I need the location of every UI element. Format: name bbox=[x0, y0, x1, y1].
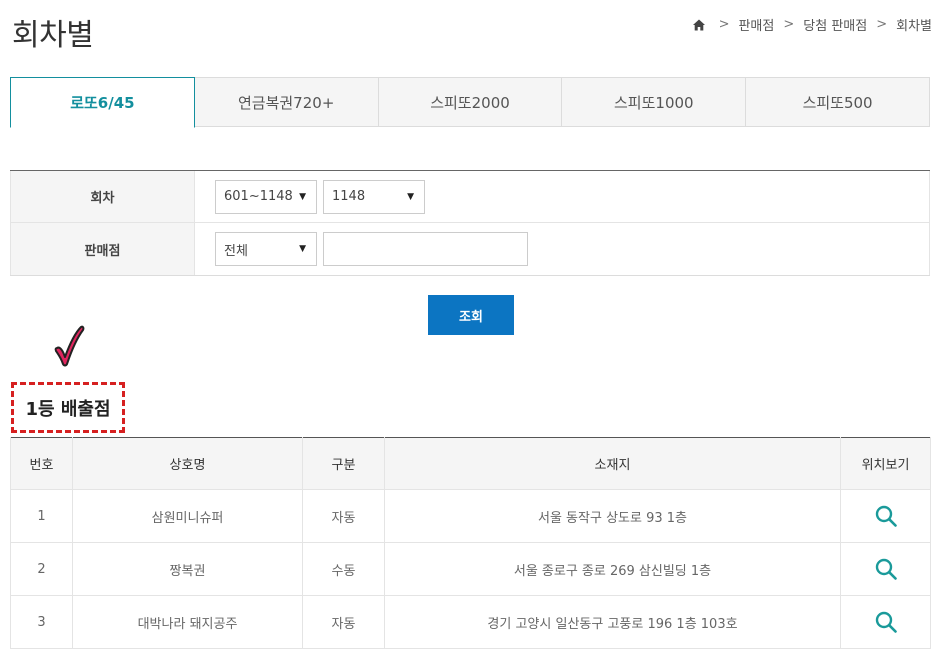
magnifier-icon[interactable] bbox=[874, 504, 898, 528]
column-header-type: 구분 bbox=[302, 437, 385, 490]
row-location bbox=[840, 489, 931, 543]
page-title: 회차별 bbox=[12, 18, 94, 53]
row-address: 서울 동작구 상도로 93 1층 bbox=[384, 489, 841, 543]
tab-lotto645[interactable]: 로또6/45 bbox=[10, 77, 195, 128]
round-label: 회차 bbox=[10, 171, 195, 222]
tab-speetto500[interactable]: 스피또500 bbox=[746, 77, 930, 127]
region-select[interactable]: 전체 ▼ bbox=[215, 232, 317, 266]
row-address: 경기 고양시 일산동구 고풍로 196 1층 103호 bbox=[384, 595, 841, 649]
tab-speetto2000[interactable]: 스피또2000 bbox=[378, 77, 563, 127]
round-range-select[interactable]: 601~1148 ▼ bbox=[215, 179, 317, 214]
breadcrumb-item-current: 회차별 bbox=[896, 19, 932, 34]
chevron-right-icon: > bbox=[718, 17, 730, 32]
check-mark-icon bbox=[54, 325, 85, 367]
section-heading: 1등 배출점 bbox=[11, 382, 125, 433]
store-field: 전체 ▼ bbox=[195, 223, 930, 275]
row-location bbox=[840, 542, 931, 596]
game-tabs: 로또6/45 연금복권720+ 스피또2000 스피또1000 스피또500 bbox=[10, 77, 930, 128]
breadcrumb-item-store[interactable]: 판매점 bbox=[738, 15, 774, 34]
row-no: 2 bbox=[10, 542, 73, 596]
column-header-no: 번호 bbox=[10, 437, 73, 490]
row-store-name: 대박나라 돼지공주 bbox=[72, 595, 303, 649]
tab-speetto1000[interactable]: 스피또1000 bbox=[562, 77, 747, 127]
round-range-value: 601~1148 bbox=[224, 189, 293, 204]
chevron-right-icon: > bbox=[783, 17, 795, 32]
column-header-address: 소재지 bbox=[384, 437, 841, 490]
search-button[interactable]: 조회 bbox=[428, 295, 514, 335]
breadcrumb: > 판매점 > 당첨 판매점 > 회차별 bbox=[692, 15, 932, 34]
table-header-row: 번호 상호명 구분 소재지 위치보기 bbox=[10, 437, 931, 490]
table-row: 2 짱복권 수동 서울 종로구 종로 269 삼신빌딩 1층 bbox=[10, 542, 931, 596]
row-address: 서울 종로구 종로 269 삼신빌딩 1층 bbox=[384, 542, 841, 596]
column-header-location: 위치보기 bbox=[840, 437, 931, 490]
round-field: 601~1148 ▼ 1148 ▼ bbox=[195, 171, 930, 222]
breadcrumb-item-winning-store[interactable]: 당첨 판매점 bbox=[803, 15, 867, 34]
store-label: 판매점 bbox=[10, 223, 195, 275]
winning-store-table: 번호 상호명 구분 소재지 위치보기 1 삼원미니슈퍼 자동 서울 동작구 상도… bbox=[10, 437, 931, 649]
store-row: 판매점 전체 ▼ bbox=[10, 223, 930, 275]
row-type: 자동 bbox=[302, 595, 385, 649]
dropdown-arrow-icon: ▼ bbox=[407, 191, 414, 202]
row-no: 1 bbox=[10, 489, 73, 543]
column-header-name: 상호명 bbox=[72, 437, 303, 490]
row-store-name: 삼원미니슈퍼 bbox=[72, 489, 303, 543]
row-type: 자동 bbox=[302, 489, 385, 543]
chevron-right-icon: > bbox=[876, 17, 888, 32]
row-store-name: 짱복권 bbox=[72, 542, 303, 596]
search-form: 회차 601~1148 ▼ 1148 ▼ 판매점 전체 ▼ bbox=[10, 170, 930, 276]
round-row: 회차 601~1148 ▼ 1148 ▼ bbox=[10, 171, 930, 223]
magnifier-icon[interactable] bbox=[874, 610, 898, 634]
dropdown-arrow-icon: ▼ bbox=[299, 244, 306, 254]
round-select[interactable]: 1148 ▼ bbox=[323, 179, 425, 214]
tab-pension720[interactable]: 연금복권720+ bbox=[194, 77, 379, 127]
region-value: 전체 bbox=[224, 243, 248, 259]
home-icon[interactable] bbox=[692, 18, 706, 32]
row-type: 수동 bbox=[302, 542, 385, 596]
dropdown-arrow-icon: ▼ bbox=[299, 191, 306, 202]
table-row: 3 대박나라 돼지공주 자동 경기 고양시 일산동구 고풍로 196 1층 10… bbox=[10, 595, 931, 649]
row-location bbox=[840, 595, 931, 649]
table-row: 1 삼원미니슈퍼 자동 서울 동작구 상도로 93 1층 bbox=[10, 489, 931, 543]
store-name-input[interactable] bbox=[323, 232, 528, 266]
round-value: 1148 bbox=[332, 189, 366, 204]
row-no: 3 bbox=[10, 595, 73, 649]
magnifier-icon[interactable] bbox=[874, 557, 898, 581]
